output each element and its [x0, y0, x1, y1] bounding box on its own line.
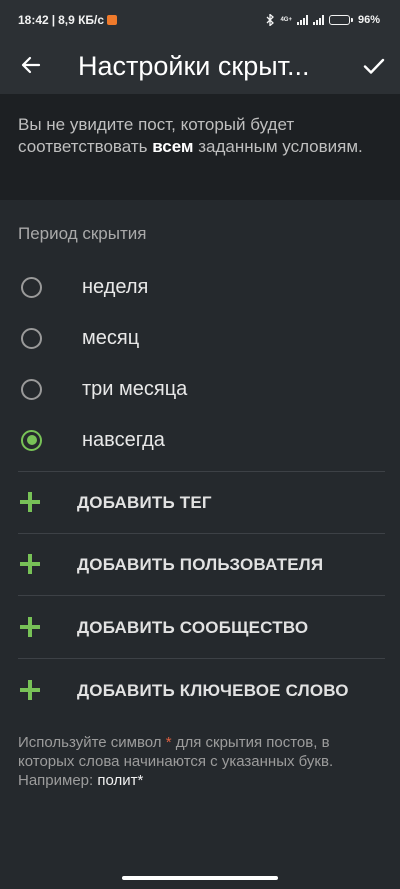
radio-button[interactable] — [21, 276, 42, 298]
confirm-check-icon[interactable] — [360, 52, 388, 80]
add-keyword-button[interactable]: ДОБАВИТЬ КЛЮЧЕВОЕ СЛОВО — [0, 659, 400, 721]
radio-button-checked[interactable] — [21, 429, 42, 451]
radio-button[interactable] — [21, 378, 42, 400]
status-bar: 18:42 | 8,9 КБ/с 4G+ 96% — [0, 0, 400, 40]
network-speed: 8,9 КБ/с — [58, 13, 105, 27]
add-user-button[interactable]: ДОБАВИТЬ ПОЛЬЗОВАТЕЛЯ — [0, 534, 400, 596]
app-bar: Настройки скрыт... — [0, 40, 400, 94]
radio-label: неделя — [82, 275, 149, 298]
radio-option-three-months[interactable]: три месяца — [0, 364, 400, 414]
status-separator: | — [51, 13, 56, 27]
plus-icon — [20, 617, 40, 637]
notification-app-icon — [107, 15, 118, 25]
radio-label: навсегда — [82, 428, 165, 451]
radio-button[interactable] — [21, 327, 42, 349]
info-text-bold: всем — [152, 137, 194, 156]
status-left: 18:42 | 8,9 КБ/с — [18, 13, 118, 27]
plus-icon — [20, 680, 40, 700]
back-arrow-icon[interactable] — [18, 52, 44, 78]
status-time: 18:42 — [18, 13, 49, 27]
radio-option-month[interactable]: месяц — [0, 313, 400, 363]
hint-part1: Используйте символ — [18, 734, 166, 751]
plus-icon — [20, 554, 40, 574]
radio-label: три месяца — [82, 377, 188, 400]
signal-icon-1 — [296, 15, 308, 25]
plus-icon — [20, 492, 40, 512]
home-indicator[interactable] — [122, 876, 278, 880]
page-title: Настройки скрыт... — [78, 51, 310, 81]
status-right: 4G+ 96% — [265, 14, 380, 26]
bluetooth-icon — [266, 14, 275, 26]
add-tag-label: ДОБАВИТЬ ТЕГ — [77, 493, 212, 512]
info-text-end: заданным условиям. — [193, 137, 363, 156]
radio-label: месяц — [82, 326, 140, 349]
radio-option-week[interactable]: неделя — [0, 262, 400, 312]
radio-option-forever[interactable]: навсегда — [0, 415, 400, 465]
battery-icon — [328, 15, 353, 25]
hint-text: Используйте символ * для скрытия постов,… — [18, 733, 378, 790]
battery-percent: 96% — [357, 14, 380, 26]
hint-example: полит* — [97, 772, 144, 789]
network-type: 4G+ — [280, 17, 292, 23]
add-user-label: ДОБАВИТЬ ПОЛЬЗОВАТЕЛЯ — [77, 555, 324, 574]
add-tag-button[interactable]: ДОБАВИТЬ ТЕГ — [0, 472, 400, 534]
hide-period-title: Период скрытия — [18, 224, 147, 243]
add-community-button[interactable]: ДОБАВИТЬ СООБЩЕСТВО — [0, 596, 400, 658]
info-banner: Вы не увидите пост, который будет соотве… — [0, 94, 400, 200]
add-community-label: ДОБАВИТЬ СООБЩЕСТВО — [77, 618, 309, 637]
add-keyword-label: ДОБАВИТЬ КЛЮЧЕВОЕ СЛОВО — [77, 681, 349, 700]
signal-icon-2 — [312, 15, 324, 25]
